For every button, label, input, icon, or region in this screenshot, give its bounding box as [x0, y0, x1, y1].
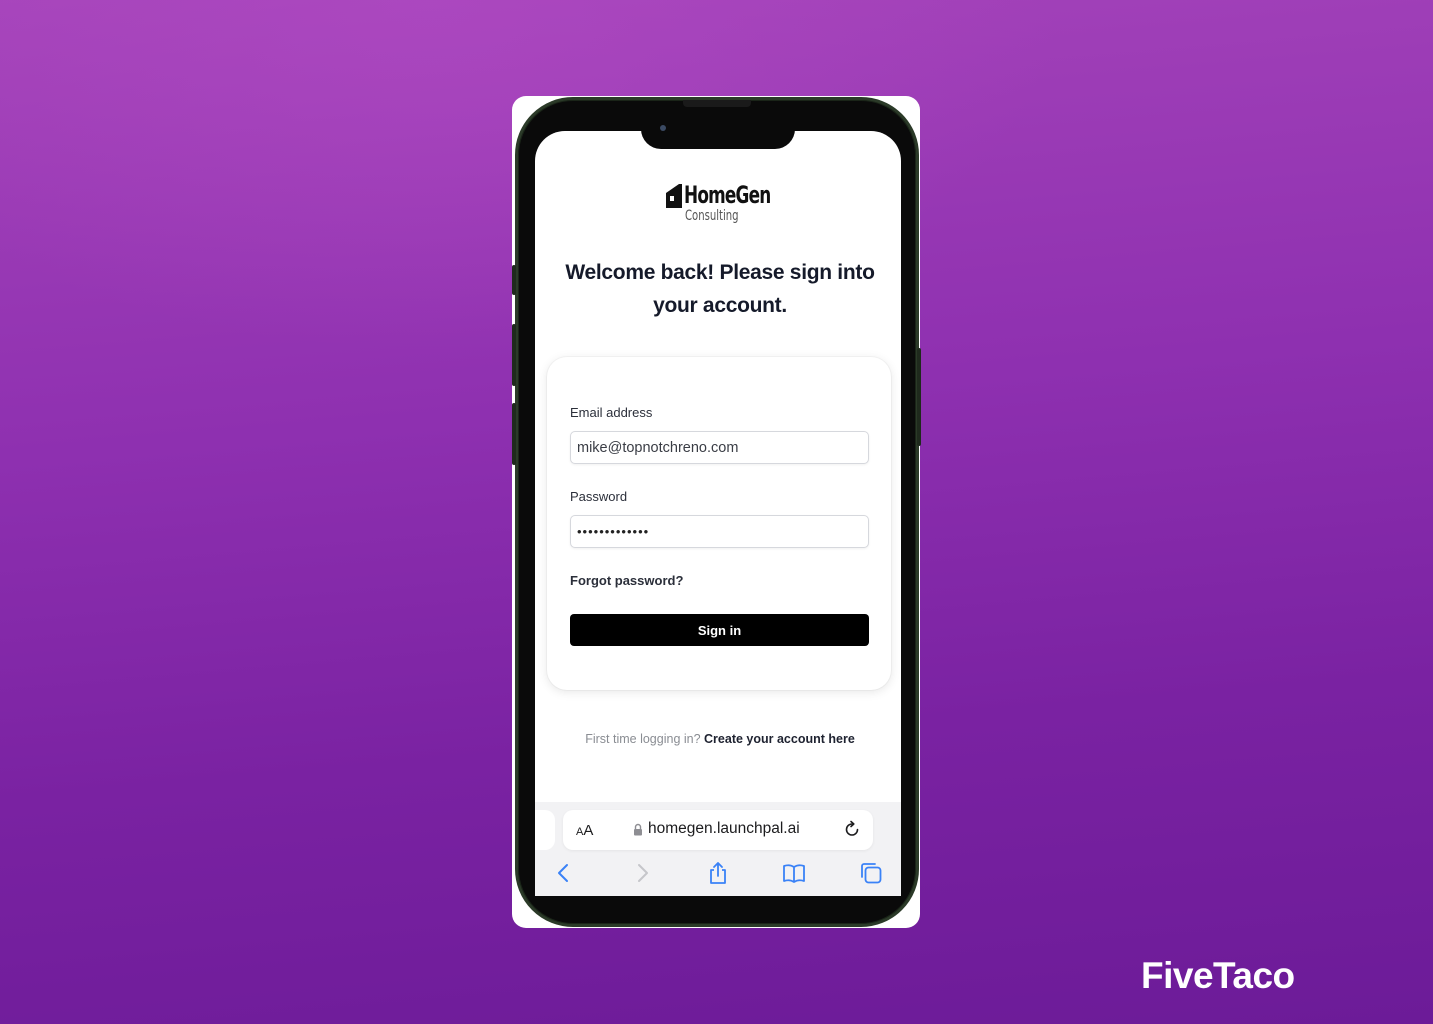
phone-speaker: [683, 100, 751, 107]
phone-side-button-volume-down: [512, 403, 516, 465]
front-camera: [660, 125, 666, 131]
homegen-logo: HomeGen Consulting: [665, 181, 780, 227]
text-size-large-a: A: [583, 822, 594, 839]
password-field[interactable]: [570, 515, 869, 548]
tabs-button[interactable]: [859, 861, 883, 885]
create-account-prompt: First time logging in? Create your accou…: [545, 732, 895, 746]
back-button[interactable]: [552, 861, 576, 885]
logo-subtitle: Consulting: [685, 208, 739, 224]
forward-button[interactable]: [630, 861, 654, 885]
phone-side-button-power: [917, 348, 921, 446]
create-account-link[interactable]: Create your account here: [704, 732, 855, 746]
sign-in-button[interactable]: Sign in: [570, 614, 869, 646]
phone-side-button-silent: [512, 265, 516, 295]
url-text[interactable]: homegen.launchpal.ai: [648, 820, 800, 838]
password-label: Password: [570, 489, 628, 504]
previous-tab-peek[interactable]: [535, 810, 555, 850]
phone-side-button-volume-up: [512, 324, 516, 386]
email-label: Email address: [570, 405, 653, 420]
forgot-password-link[interactable]: Forgot password?: [570, 573, 683, 588]
text-size-button[interactable]: AA: [576, 822, 593, 839]
bookmarks-button[interactable]: [782, 861, 806, 885]
lock-icon: [634, 823, 642, 836]
first-time-text: First time logging in?: [585, 732, 701, 746]
fivetaco-watermark: FiveTaco: [1141, 955, 1295, 996]
page-title: Welcome back! Please sign into your acco…: [565, 261, 875, 317]
email-field[interactable]: [570, 431, 869, 464]
reload-icon[interactable]: [843, 820, 861, 838]
phone-notch: [641, 117, 795, 149]
house-icon: [666, 184, 682, 208]
logo-name: HomeGen: [684, 181, 771, 209]
share-button[interactable]: [706, 861, 730, 885]
